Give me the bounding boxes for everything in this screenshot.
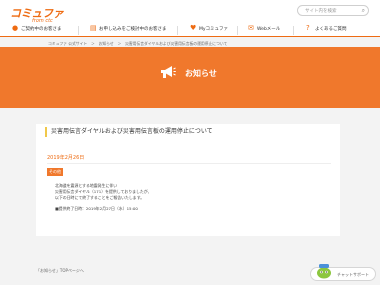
body-line: ■提供終了日時：2019年2月27日（水）15:00 [55,205,138,211]
heart-icon: ♥ [190,24,197,32]
nav-item-customers[interactable]: ● ご契約中のお客さま [12,24,62,36]
nav-divider [293,26,294,35]
nav-item-mycommufa[interactable]: ♥ Myコミュファ [190,24,228,36]
article-date: 2019年2月26日 [47,155,85,161]
article-body: 北海道を震源とする地震発生に伴い 災害用伝言ダイヤル（171）を提供しておりまし… [55,183,151,212]
person-icon: ● [12,24,19,32]
megaphone-icon [161,66,176,78]
nav-item-faq[interactable]: ? よくあるご質問 [306,24,347,36]
nav-item-label: Myコミュファ [199,27,229,32]
category-badge: その他 [47,168,63,176]
mascot-icon [317,264,331,279]
page-title: お知らせ [185,69,217,78]
mail-icon: ✉ [248,24,254,32]
article-card: 災害用伝言ダイヤルおよび災害用伝言板の運用停止について 2019年2月26日 そ… [36,124,340,236]
search-icon[interactable]: ⌕ [362,7,365,15]
chat-support-button[interactable]: チャットサポート [310,264,376,281]
nav-item-label: お申し込みをご検討中のお客さま [99,27,167,32]
nav-divider [177,26,178,35]
nav-item-prospects[interactable]: ▤ お申し込みをご検討中のお客さま [90,24,167,36]
page-banner: お知らせ [0,47,380,108]
search-input[interactable]: サイト内を検索 ⌕ [297,5,369,16]
document-icon: ▤ [90,24,97,32]
nav-item-label: よくあるご質問 [315,27,347,32]
divider [47,163,331,164]
nav-underline [0,36,380,37]
search-placeholder: サイト内を検索 [305,9,337,14]
nav-item-label: Webメール [257,27,281,32]
main-nav: ● ご契約中のお客さま ▤ お申し込みをご検討中のお客さま ♥ Myコミュファ … [0,23,380,37]
question-icon: ? [306,24,310,32]
nav-item-webmail[interactable]: ✉ Webメール [248,24,280,36]
back-to-news-link[interactable]: 「お知らせ」TOPページへ [36,268,84,274]
nav-divider [78,26,79,35]
chat-label: チャットサポート [337,272,369,277]
nav-divider [237,26,238,35]
body-line: 以下の日時にて終了することをご報告いたします。 [55,195,145,201]
article-title: 災害用伝言ダイヤルおよび災害用伝言板の運用停止について [45,127,213,137]
site-header: コミュファ from ctc サイト内を検索 ⌕ ● ご契約中のお客さま ▤ お… [0,0,380,37]
nav-item-label: ご契約中のお客さま [21,27,62,32]
